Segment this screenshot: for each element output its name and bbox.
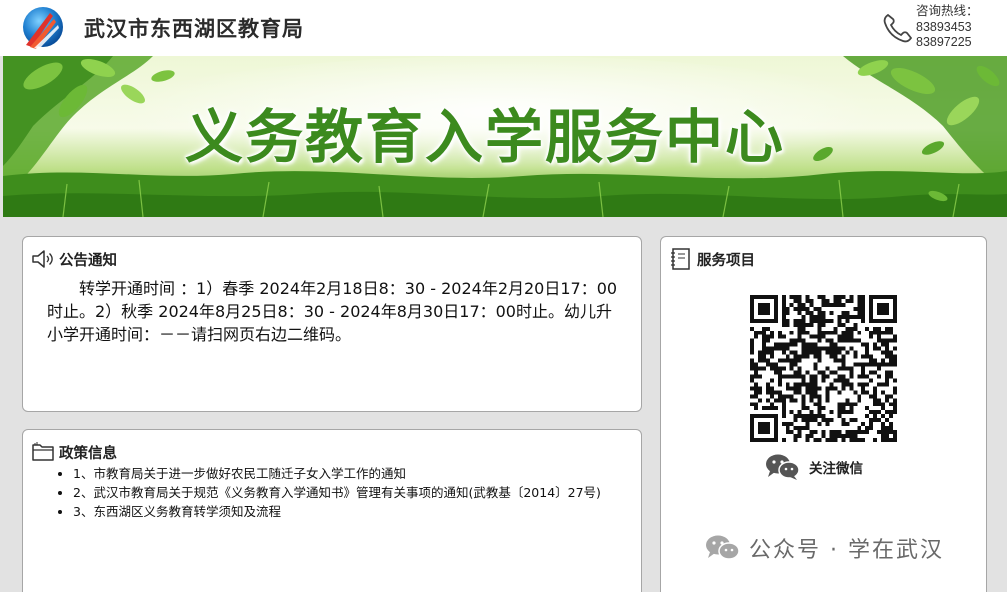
qr-code-icon[interactable]	[750, 295, 897, 442]
service-header: 服务项目	[669, 247, 755, 271]
notebook-icon	[671, 248, 690, 270]
hotline-number-2: 83897225	[916, 35, 972, 49]
policy-link-2[interactable]: 2、武汉市教育局关于规范《义务教育入学通知书》管理有关事项的通知(武教基〔201…	[73, 485, 601, 500]
watermark: 公众号 · 学在武汉	[705, 532, 944, 564]
wechat-label: 关注微信	[809, 461, 863, 477]
emblem-logo-icon[interactable]	[20, 5, 66, 51]
notice-panel: 公告通知 转学开通时间 ：1）春季 2024年2月18日8：30 - 2024年…	[22, 236, 642, 412]
wechat-follow[interactable]: 关注微信	[765, 453, 863, 481]
watermark-text: 公众号 · 学在武汉	[749, 538, 944, 563]
phone-icon	[883, 13, 913, 43]
policy-panel: 政策信息 1、市教育局关于进一步做好农民工随迁子女入学工作的通知 2、武汉市教育…	[22, 429, 642, 592]
service-title: 服务项目	[697, 252, 755, 269]
list-item: 3、东西湖区义务教育转学须知及流程	[73, 502, 633, 521]
hotline-number-1: 83893453	[916, 19, 972, 34]
site-name[interactable]: 武汉市东西湖区教育局	[84, 13, 304, 43]
policy-title: 政策信息	[59, 445, 117, 462]
hotline-label: 咨询热线：	[916, 4, 979, 18]
banner: 义务教育入学服务中心	[3, 56, 1007, 217]
notice-header: 公告通知	[31, 247, 117, 271]
banner-title: 义务教育入学服务中心	[185, 103, 786, 171]
list-item: 2、武汉市教育局关于规范《义务教育入学通知书》管理有关事项的通知(武教基〔201…	[73, 483, 633, 502]
policy-link-3[interactable]: 3、东西湖区义务教育转学须知及流程	[73, 504, 281, 519]
wechat-icon	[706, 535, 740, 560]
policy-header: 政策信息	[31, 440, 117, 464]
policy-list: 1、市教育局关于进一步做好农民工随迁子女入学工作的通知 2、武汉市教育局关于规范…	[73, 464, 633, 521]
site-header: 武汉市东西湖区教育局 咨询热线： 83893453 83897225	[0, 0, 1007, 56]
wechat-icon	[766, 454, 800, 480]
notice-text: 转学开通时间 ：1）春季 2024年2月18日8：30 - 2024年2月20日…	[47, 279, 618, 344]
notice-title: 公告通知	[59, 252, 117, 269]
speaker-icon	[32, 250, 53, 268]
hotline-box: 咨询热线： 83893453 83897225	[880, 4, 1004, 52]
hotline-text: 咨询热线： 83893453 83897225	[916, 4, 979, 51]
list-item: 1、市教育局关于进一步做好农民工随迁子女入学工作的通知	[73, 464, 633, 483]
policy-link-1[interactable]: 1、市教育局关于进一步做好农民工随迁子女入学工作的通知	[73, 466, 406, 481]
folder-icon	[32, 442, 54, 461]
